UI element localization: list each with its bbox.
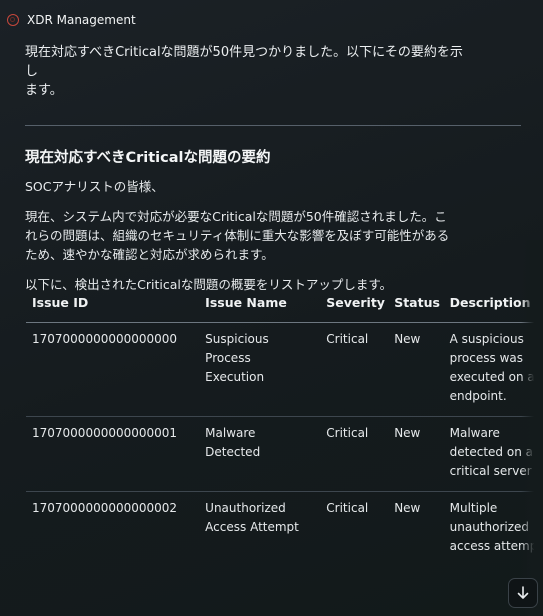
- description-line: Malware: [449, 426, 500, 440]
- header-severity: Severity: [320, 287, 389, 323]
- arrow-down-icon: [517, 586, 529, 599]
- issue-name-cell: Malware Detected: [199, 416, 321, 492]
- table-overflow-fade: [521, 240, 543, 616]
- issue-name-line: Suspicious: [205, 332, 269, 346]
- header-issue-id: Issue ID: [26, 287, 200, 323]
- issue-id-cell: 1707000000000000001: [26, 416, 200, 492]
- body-line-1: 現在、システム内で対応が必要なCriticalな問題が50件確認されました。こ: [25, 209, 447, 224]
- table-row: 1707000000000000002 Unauthorized Access …: [26, 492, 541, 567]
- issue-name-line: Malware: [205, 426, 256, 440]
- description-line: critical server: [449, 464, 532, 478]
- status-cell: New: [394, 501, 421, 515]
- description-line: Multiple: [449, 501, 498, 515]
- body-paragraph: 現在、システム内で対応が必要なCriticalな問題が50件確認されました。こ …: [25, 207, 465, 264]
- table-row: 1707000000000000001 Malware Detected Cri…: [26, 416, 541, 492]
- chat-window: XDR Management 現在対応すべきCriticalな問題が50件見つか…: [0, 0, 543, 616]
- header-issue-name: Issue Name: [199, 287, 321, 323]
- table-row: 1707000000000000000 Suspicious Process E…: [26, 322, 541, 417]
- description-line: endpoint.: [449, 389, 507, 403]
- severity-cell: Critical: [320, 322, 389, 417]
- scroll-to-bottom-button[interactable]: [508, 578, 538, 608]
- description-line: A suspicious: [449, 332, 524, 346]
- description-line: unauthorized: [449, 520, 530, 534]
- status-cell: New: [388, 416, 444, 492]
- description-line: process was: [449, 351, 523, 365]
- app-title: XDR Management: [27, 13, 136, 27]
- body-line-2: れらの問題は、組織のセキュリティ体制に重大な影響を及ぼす可能性がある: [25, 228, 450, 243]
- issue-name-line: Access Attempt: [205, 520, 299, 534]
- intro-line-2: ます。: [25, 83, 63, 98]
- greeting-text: SOCアナリストの皆様、: [25, 179, 164, 194]
- issue-name-cell: Suspicious Process Execution: [199, 322, 321, 417]
- severity-cell: Critical: [320, 416, 389, 492]
- issue-name-line: Execution: [205, 370, 265, 384]
- issue-id-cell: 1707000000000000002: [32, 501, 178, 515]
- table-header-row: Issue ID Issue Name Severity Status Desc…: [26, 287, 541, 323]
- issue-name-line: Detected: [205, 445, 261, 459]
- divider: [25, 125, 521, 126]
- intro-text: 現在対応すべきCriticalな問題が50件見つかりました。以下にその要約を示し…: [25, 43, 465, 100]
- section-title: 現在対応すべきCriticalな問題の要約: [25, 150, 271, 166]
- issue-name-line: Process: [205, 351, 251, 365]
- intro-line-1: 現在対応すべきCriticalな問題が50件見つかりました。以下にその要約を示し: [25, 45, 463, 79]
- app-header: XDR Management: [0, 0, 543, 40]
- xdr-logo-icon: [7, 14, 19, 26]
- issue-id-cell: 1707000000000000000: [26, 322, 200, 417]
- issue-name-cell: Unauthorized Access Attempt: [199, 492, 320, 567]
- severity-cell: Critical: [326, 501, 369, 515]
- header-status: Status: [388, 287, 444, 323]
- issue-name-line: Unauthorized: [205, 501, 286, 515]
- message-content: 現在対応すべきCriticalな問題が50件見つかりました。以下にその要約を示し…: [25, 40, 541, 553]
- body-line-3: ため、速やかな確認と対応が求められます。: [25, 247, 274, 262]
- status-cell: New: [388, 322, 444, 417]
- issues-table: Issue ID Issue Name Severity Status Desc…: [26, 287, 541, 566]
